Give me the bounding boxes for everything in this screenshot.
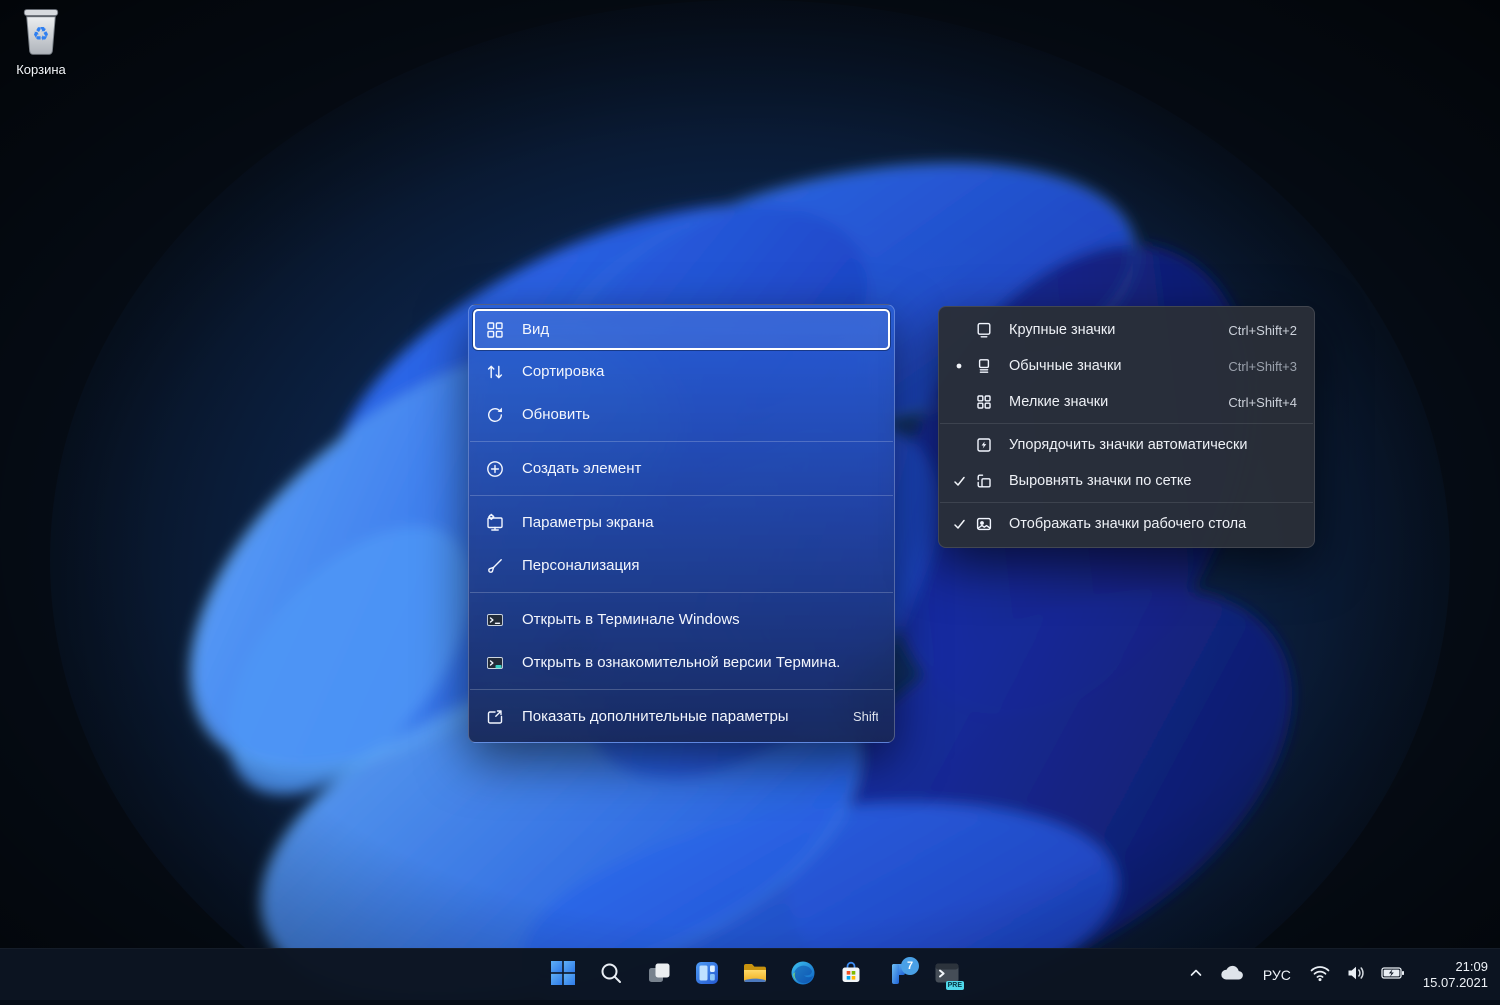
submenu-separator [940,423,1313,424]
submenu-item-shortcut: Ctrl+Shift+3 [1228,359,1297,374]
align-to-grid-icon [974,471,994,491]
tray-date: 15.07.2021 [1423,975,1488,991]
submenu-item-shortcut: Ctrl+Shift+2 [1228,323,1297,338]
auto-arrange-icon [974,435,994,455]
windows-logo-icon [550,960,576,991]
microsoft-store-icon [838,960,864,991]
terminal-preview-icon [485,653,505,673]
submenu-item-label: Обычные значки [1009,358,1121,374]
preview-tag: PRE [946,981,964,990]
menu-item-label: Открыть в ознакомительной версии Термина… [522,654,840,671]
speaker-icon [1346,964,1366,987]
submenu-item-align-to-grid[interactable]: Выровнять значки по сетке [939,463,1314,499]
submenu-item-large-icons[interactable]: Крупные значки Ctrl+Shift+2 [939,312,1314,348]
search-button[interactable] [591,955,631,995]
menu-item-open-terminal-preview[interactable]: Открыть в ознакомительной версии Термина… [473,641,890,684]
search-icon [599,961,623,990]
check-icon [949,475,969,488]
menu-item-label: Персонализация [522,557,640,574]
show-more-options-icon [485,707,505,727]
submenu-item-auto-arrange[interactable]: Упорядочить значки автоматически [939,427,1314,463]
svg-text:♻: ♻ [32,24,49,46]
view-submenu: Крупные значки Ctrl+Shift+2 Обычные знач… [938,306,1315,548]
menu-item-label: Сортировка [522,363,604,380]
tray-time: 21:09 [1423,959,1488,975]
menu-item-display-settings[interactable]: Параметры экрана [473,501,890,544]
battery-button[interactable] [1378,957,1408,993]
volume-button[interactable] [1343,957,1369,993]
submenu-item-label: Мелкие значки [1009,394,1108,410]
recycle-bin-label: Корзина [8,62,74,77]
task-view-icon [646,960,672,991]
menu-item-shortcut: Shift+F10 [853,709,878,724]
chevron-up-icon [1188,965,1204,986]
widgets-button[interactable] [687,955,727,995]
task-view-button[interactable] [639,955,679,995]
submenu-separator [940,502,1313,503]
personalization-icon [485,556,505,576]
submenu-item-show-desktop-icons[interactable]: Отображать значки рабочего стола [939,506,1314,542]
submenu-item-label: Упорядочить значки автоматически [1009,437,1248,453]
menu-item-label: Создать элемент [522,460,641,477]
language-indicator[interactable]: РУС [1257,957,1297,993]
terminal-preview-button[interactable]: PRE [927,955,967,995]
menu-separator [470,592,893,593]
clock[interactable]: 21:09 15.07.2021 [1417,959,1488,991]
menu-item-refresh[interactable]: Обновить [473,393,890,436]
sort-icon [485,362,505,382]
file-explorer-icon [741,959,769,992]
display-settings-icon [485,513,505,533]
menu-item-label: Вид [522,321,549,338]
cloud-icon [1219,964,1245,987]
medium-icons-icon [974,356,994,376]
recycle-bin-icon: ♻ [18,43,64,60]
wifi-button[interactable] [1306,957,1334,993]
file-explorer-button[interactable] [735,955,775,995]
show-desktop-icons-icon [974,514,994,534]
start-button[interactable] [543,955,583,995]
wifi-icon [1309,964,1331,987]
submenu-item-small-icons[interactable]: Мелкие значки Ctrl+Shift+4 [939,384,1314,420]
submenu-item-label: Выровнять значки по сетке [1009,473,1191,489]
small-icons-icon [974,392,994,412]
check-icon [949,518,969,531]
menu-item-personalization[interactable]: Персонализация [473,544,890,587]
menu-item-open-terminal[interactable]: Открыть в Терминале Windows [473,598,890,641]
widgets-icon [694,960,720,991]
submenu-item-medium-icons[interactable]: Обычные значки Ctrl+Shift+3 [939,348,1314,384]
menu-separator [470,689,893,690]
system-tray: РУС 21:09 15.07.2021 [1185,949,1500,1001]
battery-charging-icon [1381,965,1405,986]
app-with-badge-button[interactable]: 7 [879,955,919,995]
notification-badge: 7 [901,957,919,975]
menu-separator [470,441,893,442]
edge-icon [790,960,816,991]
recycle-bin-desktop-icon[interactable]: ♻ Корзина [8,6,74,77]
radio-indicator [949,362,969,370]
refresh-icon [485,405,505,425]
submenu-item-label: Отображать значки рабочего стола [1009,516,1246,532]
desktop-context-menu: Вид Сортировка Обновить Создать элемент … [468,304,895,743]
microsoft-store-button[interactable] [831,955,871,995]
new-item-icon [485,459,505,479]
edge-button[interactable] [783,955,823,995]
menu-item-view[interactable]: Вид [473,309,890,350]
menu-item-show-more-options[interactable]: Показать дополнительные параметры Shift+… [473,695,890,738]
terminal-icon [485,610,505,630]
menu-item-label: Показать дополнительные параметры [522,708,789,725]
menu-item-sort[interactable]: Сортировка [473,350,890,393]
menu-item-label: Обновить [522,406,590,423]
onedrive-button[interactable] [1216,957,1248,993]
taskbar-app-icons: 7 PRE [543,955,967,995]
menu-separator [470,495,893,496]
menu-item-label: Открыть в Терминале Windows [522,611,740,628]
submenu-item-shortcut: Ctrl+Shift+4 [1228,395,1297,410]
menu-item-label: Параметры экрана [522,514,654,531]
large-icons-icon [974,320,994,340]
menu-item-new[interactable]: Создать элемент [473,447,890,490]
tray-chevron-button[interactable] [1185,957,1207,993]
taskbar: 7 PRE РУС [0,948,1500,1000]
view-grid-icon [485,320,505,340]
submenu-item-label: Крупные значки [1009,322,1115,338]
